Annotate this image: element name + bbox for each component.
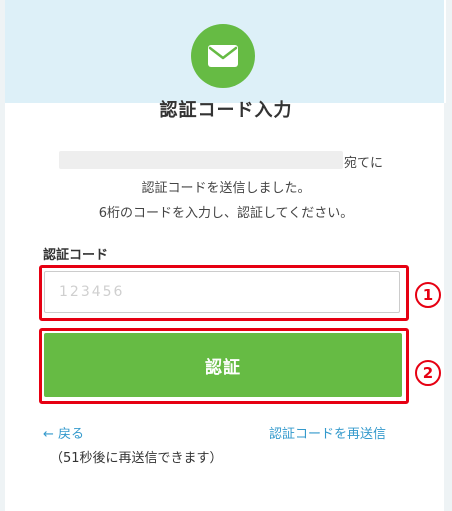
masked-email-address — [59, 151, 343, 169]
message-line-3: 6桁のコードを入力し、認証してください。 — [98, 206, 354, 221]
step-marker-2: 2 — [415, 360, 441, 386]
verification-page: 認証コード入力 宛てに 認証コードを送信しました。 6桁のコードを入力し、認証し… — [0, 0, 452, 511]
message-line-1-suffix: 宛てに — [344, 156, 384, 171]
step-marker-1: 1 — [415, 282, 441, 308]
resend-countdown-text: （51秒後に再送信できます） — [50, 451, 223, 466]
page-frame-right — [444, 0, 452, 511]
verification-code-input[interactable] — [44, 271, 400, 313]
code-field-label: 認証コード — [43, 248, 109, 263]
page-title: 認証コード入力 — [159, 100, 293, 121]
verify-button[interactable]: 認証 — [44, 333, 402, 397]
envelope-icon — [208, 45, 238, 67]
message-line-2: 認証コードを送信しました。 — [141, 181, 311, 196]
resend-code-link[interactable]: 認証コードを再送信 — [269, 423, 386, 442]
back-link[interactable]: ← 戻る — [43, 423, 84, 442]
mail-badge — [191, 24, 255, 88]
